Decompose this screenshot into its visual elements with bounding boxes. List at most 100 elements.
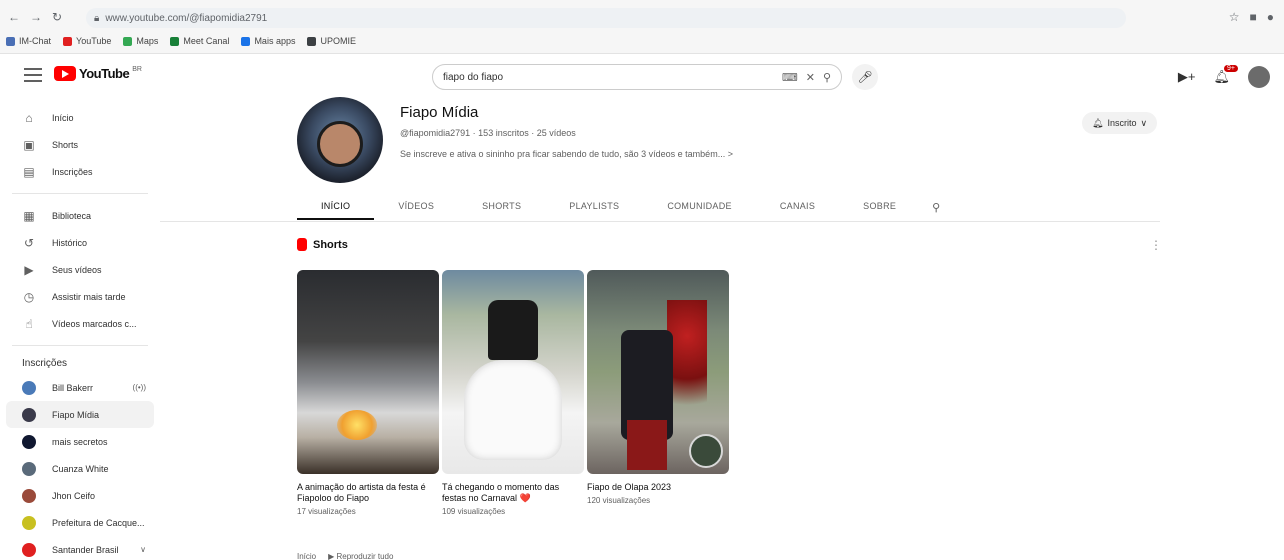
bookmark-favicon-icon — [123, 36, 133, 46]
profile-icon[interactable]: ● — [1267, 10, 1274, 24]
more-options-icon[interactable]: ⋮ — [1150, 238, 1162, 252]
shorts-icon: ▣ — [23, 137, 35, 152]
subscription-label: Bill Bakerr — [52, 382, 94, 393]
sidebar-item[interactable]: ⌂ Início — [0, 104, 160, 131]
channel-tab[interactable]: PLAYLISTS — [545, 194, 643, 220]
header-actions: ▶+ 🔔︎ 9+ — [1178, 65, 1270, 88]
short-thumbnail[interactable] — [442, 270, 584, 474]
short-views: 120 visualizações — [587, 496, 651, 505]
bookmark-label: Maps — [136, 36, 159, 46]
bookmark-item[interactable]: Maps — [123, 36, 158, 46]
extensions-icon[interactable]: ■ — [1250, 10, 1257, 24]
bookmark-favicon-icon — [6, 36, 15, 46]
short-title[interactable]: Fiapo de Olapa 2023 — [587, 482, 729, 493]
logo-country: BR — [132, 66, 142, 73]
short-title[interactable]: A animação do artista da festa é Fiapolo… — [297, 482, 439, 504]
sidebar-divider — [12, 193, 148, 194]
subscriptions-icon: ▤ — [23, 164, 35, 179]
bookmark-item[interactable]: YouTube — [63, 36, 111, 46]
short-views: 17 visualizações — [297, 507, 356, 516]
sidebar-item[interactable]: ◷ Assistir mais tarde — [0, 283, 160, 310]
chevron-right-icon: > — [727, 149, 733, 159]
channel-tab[interactable]: INÍCIO — [297, 194, 375, 220]
sidebar-item[interactable]: ▣ Shorts — [0, 131, 160, 158]
sidebar-divider — [12, 345, 148, 346]
subscription-label: Santander Brasil — [52, 544, 119, 555]
watch-later-icon: ◷ — [23, 289, 35, 304]
browser-toolbar: ← → ↻ 🔒︎ www.youtube.com/@fiapomidia2791… — [0, 0, 1284, 54]
bookmark-star-icon[interactable]: ☆ — [1229, 10, 1240, 24]
channel-tab[interactable]: COMUNIDADE — [643, 194, 756, 220]
url-text[interactable]: www.youtube.com/@fiapomidia2791 — [105, 13, 267, 24]
subscription-label: mais secretos — [52, 436, 108, 447]
sidebar-item[interactable]: ▤ Inscrições — [0, 158, 160, 185]
search-box[interactable]: fiapo do fiapo ⌨ ✕ ⚲ — [432, 64, 842, 90]
account-avatar[interactable] — [1248, 66, 1270, 88]
live-indicator-icon: ∨ — [140, 545, 146, 554]
keyboard-icon[interactable]: ⌨ — [782, 71, 798, 84]
reload-icon[interactable]: ↻ — [52, 10, 62, 24]
liked-icon: ☝ — [25, 316, 33, 331]
sidebar-item-label: Histórico — [52, 237, 88, 248]
address-bar[interactable]: 🔒︎ www.youtube.com/@fiapomidia2791 — [86, 8, 1126, 28]
channel-avatar-icon — [22, 434, 36, 449]
shorts-title: Shorts — [313, 238, 348, 251]
bookmark-item[interactable]: Mais apps — [241, 36, 295, 46]
youtube-logo[interactable]: YouTube BR — [54, 66, 142, 81]
bookmark-item[interactable]: Meet Canal — [170, 36, 229, 46]
sidebar-item[interactable]: ↺ Histórico — [0, 229, 160, 256]
mic-icon[interactable]: 🎤︎ — [852, 64, 878, 90]
short-title[interactable]: Tá chegando o momento das festas no Carn… — [442, 482, 584, 504]
menu-icon[interactable] — [24, 68, 42, 82]
create-icon[interactable]: ▶+ — [1178, 69, 1196, 85]
subscriptions-heading: Inscrições — [22, 358, 68, 369]
channel-avatar-icon — [22, 488, 36, 503]
back-icon[interactable]: ← — [8, 10, 20, 24]
short-card[interactable]: A animação do artista da festa é Fiapolo… — [297, 270, 439, 516]
subscription-item[interactable]: Bill Bakerr ((•)) — [0, 374, 160, 401]
bookmark-item[interactable]: IM-Chat — [6, 36, 51, 46]
bookmark-favicon-icon — [170, 36, 180, 46]
logo-text: YouTube — [79, 66, 130, 81]
channel-tabs: INÍCIO VÍDEOS SHORTS PLAYLISTS COMUNIDADE CAN… — [297, 194, 940, 220]
channel-tab[interactable]: VÍDEOS — [374, 194, 458, 220]
notifications-icon[interactable]: 🔔︎ 9+ — [1213, 65, 1238, 85]
sidebar-item-label: Vídeos marcados c... — [52, 318, 137, 329]
short-thumbnail[interactable] — [587, 270, 729, 474]
subscription-item[interactable]: Santander Brasil ∨ — [0, 536, 160, 560]
subscription-item[interactable]: Cuanza White — [0, 455, 160, 482]
short-card[interactable]: Fiapo de Olapa 2023 120 visualizações — [587, 270, 729, 505]
search-input[interactable]: fiapo do fiapo — [443, 72, 782, 83]
channel-description[interactable]: Se inscreve e ativa o sininho pra ficar … — [400, 149, 733, 159]
sidebar: ⌂ Início ▣ Shorts ▤ Inscrições ▦ Biblioteca ↺ Hi… — [0, 104, 160, 560]
yt-header: YouTube BR fiapo do fiapo ⌨ ✕ ⚲ 🎤︎ ▶+ 🔔︎… — [0, 56, 1284, 100]
bell-icon: 🔔︎ — [1092, 117, 1104, 128]
subscription-item[interactable]: mais secretos — [0, 428, 160, 455]
subscription-item[interactable]: Fiapo Mídia — [6, 401, 154, 428]
channel-tab[interactable]: CANAIS — [756, 194, 839, 220]
channel-tab[interactable]: SHORTS — [458, 194, 545, 220]
subscribed-label: Inscrito — [1107, 118, 1137, 128]
channel-tab[interactable]: SOBRE — [839, 194, 920, 220]
sidebar-item[interactable]: ▶ Seus vídeos — [0, 256, 160, 283]
channel-search-icon[interactable]: ⚲ — [920, 201, 940, 214]
shorts-section-heading: Shorts — [297, 238, 348, 251]
lock-icon: 🔒︎ — [94, 12, 100, 24]
play-all-button[interactable]: ▶ Reproduzir tudo — [328, 552, 393, 560]
short-thumbnail[interactable] — [297, 270, 439, 474]
sidebar-item[interactable]: ☝ Vídeos marcados c... — [0, 310, 160, 337]
search-icon[interactable]: ⚲ — [823, 71, 831, 84]
home-icon: ⌂ — [25, 110, 33, 125]
section-label: Início — [297, 552, 317, 560]
library-icon: ▦ — [23, 208, 35, 223]
forward-icon[interactable]: → — [30, 10, 42, 24]
short-views: 109 visualizações — [442, 507, 506, 516]
bookmark-item[interactable]: UPOMIE — [307, 36, 356, 46]
sidebar-item[interactable]: ▦ Biblioteca — [0, 202, 160, 229]
subscription-item[interactable]: Prefeitura de Cacque... — [0, 509, 160, 536]
channel-meta: @fiapomidia2791 · 153 inscritos · 25 víd… — [400, 128, 576, 138]
clear-icon[interactable]: ✕ — [806, 71, 815, 84]
subscribed-button[interactable]: 🔔︎ Inscrito ∨ — [1082, 112, 1158, 134]
subscription-item[interactable]: Jhon Ceifo — [0, 482, 160, 509]
short-card[interactable]: Tá chegando o momento das festas no Carn… — [442, 270, 584, 516]
